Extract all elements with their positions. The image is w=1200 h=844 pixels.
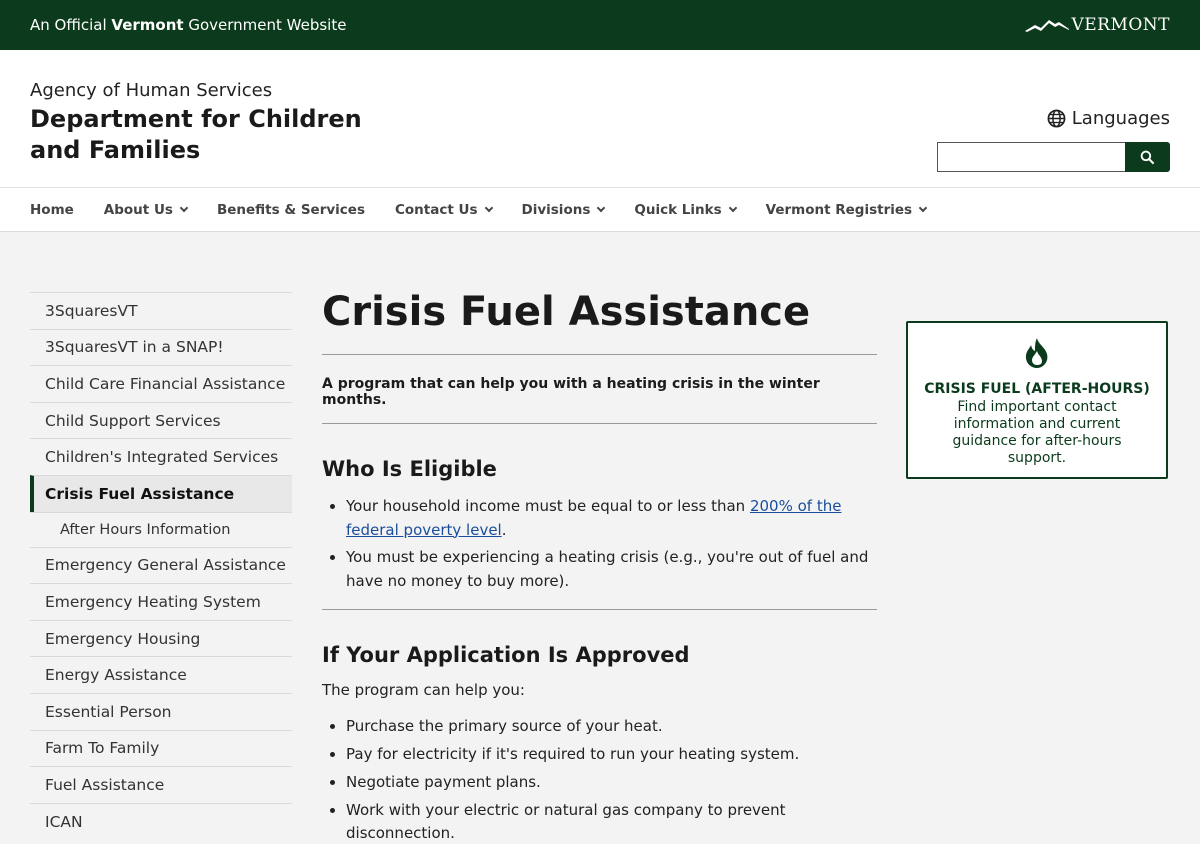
chevron-down-icon [179,203,189,212]
official-state: Vermont [111,16,184,34]
sidebar-item-ican[interactable]: ICAN [30,802,292,840]
list-item: Pay for electricity if it's required to … [346,743,877,766]
sidebar-item-farm-to-family[interactable]: Farm To Family [30,729,292,767]
nav-quick-links-label: Quick Links [634,201,722,218]
agency-name[interactable]: Agency of Human Services [30,80,272,101]
nav-benefits-label: Benefits & Services [216,201,365,218]
callout-body: Find important contact information and c… [952,399,1122,466]
chevron-down-icon [484,203,493,212]
sidebar-item-after-hours[interactable]: After Hours Information [30,511,292,547]
list-item: Work with your electric or natural gas c… [346,799,877,844]
search-form [937,142,1170,172]
official-suffix: Government Website [188,16,347,34]
official-site-text: An Official Vermont Government Website [30,16,346,34]
approved-intro: The program can help you: [322,681,525,699]
globe-icon [1047,109,1066,128]
chevron-down-icon [918,203,928,212]
eligibility-income-text: Your household income must be equal to o… [346,497,750,515]
nav-quick-links[interactable]: Quick Links [634,201,737,218]
eligibility-heading: Who Is Eligible [322,457,497,481]
nav-about-us[interactable]: About Us [103,201,189,218]
callout-title: CRISIS FUEL (AFTER-HOURS) [924,381,1150,397]
eligibility-income-period: . [501,520,507,539]
official-site-banner: An Official Vermont Government Website V… [0,0,1200,50]
flame-icon-wrap [908,337,1166,369]
chevron-down-icon [728,203,737,212]
sidebar-item-3squaresvt[interactable]: 3SquaresVT [30,292,292,329]
list-item: Negotiate payment plans. [346,771,877,794]
chevron-down-icon [597,203,606,212]
nav-about-us-label: About Us [103,201,173,218]
search-icon [1140,150,1155,164]
after-hours-callout[interactable]: CRISIS FUEL (AFTER-HOURS) Find important… [906,321,1168,479]
eligibility-list: Your household income must be equal to o… [346,495,877,593]
flame-icon [1025,338,1048,368]
nav-registries-label: Vermont Registries [765,201,913,218]
nav-contact-us-label: Contact Us [395,201,478,218]
sidebar-item-child-care[interactable]: Child Care Financial Assistance [30,365,292,402]
list-item: You must be experiencing a heating crisi… [346,546,877,593]
divider [322,609,877,610]
site-header: Agency of Human Services Department for … [0,50,1200,188]
approved-heading: If Your Application Is Approved [322,643,690,667]
sidebar-nav: 3SquaresVT 3SquaresVT in a SNAP! Child C… [30,292,292,839]
sidebar-item-emergency-heating[interactable]: Emergency Heating System [30,583,292,620]
sidebar-item-child-support[interactable]: Child Support Services [30,401,292,439]
approved-list: Purchase the primary source of your heat… [346,715,877,844]
sidebar-item-essential-person[interactable]: Essential Person [30,692,292,730]
page-title: Crisis Fuel Assistance [322,289,811,335]
sidebar-item-fuel-assistance[interactable]: Fuel Assistance [30,766,292,803]
search-input[interactable] [937,142,1125,172]
nav-divisions[interactable]: Divisions [521,201,606,218]
sidebar-item-crisis-fuel[interactable]: Crisis Fuel Assistance [30,474,292,512]
vermont-logo-text: VERMONT [1071,15,1170,35]
nav-home-label: Home [30,201,74,218]
sidebar-item-energy-assistance[interactable]: Energy Assistance [30,656,292,693]
main-content: Crisis Fuel Assistance A program that ca… [322,284,877,844]
languages-button[interactable]: Languages [1047,108,1170,129]
page-lead: A program that can help you with a heati… [322,376,820,408]
search-button[interactable] [1125,142,1170,172]
languages-label: Languages [1071,108,1170,129]
nav-vermont-registries[interactable]: Vermont Registries [765,201,928,218]
sidebar-item-3squaresvt-snap[interactable]: 3SquaresVT in a SNAP! [30,328,292,366]
list-item: Your household income must be equal to o… [346,495,877,542]
divider [322,423,877,424]
list-item: Purchase the primary source of your heat… [346,715,877,738]
vermont-logo[interactable]: VERMONT [1025,15,1170,35]
official-prefix: An Official [30,16,107,34]
nav-benefits-services[interactable]: Benefits & Services [217,202,365,218]
page-content: 3SquaresVT 3SquaresVT in a SNAP! Child C… [0,232,1200,844]
sidebar-item-emergency-general[interactable]: Emergency General Assistance [30,546,292,584]
main-navigation: Home About Us Benefits & Services Contac… [0,188,1200,232]
nav-home[interactable]: Home [30,202,74,218]
mountain-icon [1025,20,1070,32]
department-name[interactable]: Department for Children and Families [30,104,370,166]
sidebar-item-childrens-integrated[interactable]: Children's Integrated Services [30,438,292,475]
nav-contact-us[interactable]: Contact Us [395,201,493,218]
sidebar-item-emergency-housing[interactable]: Emergency Housing [30,619,292,657]
nav-divisions-label: Divisions [521,201,591,218]
